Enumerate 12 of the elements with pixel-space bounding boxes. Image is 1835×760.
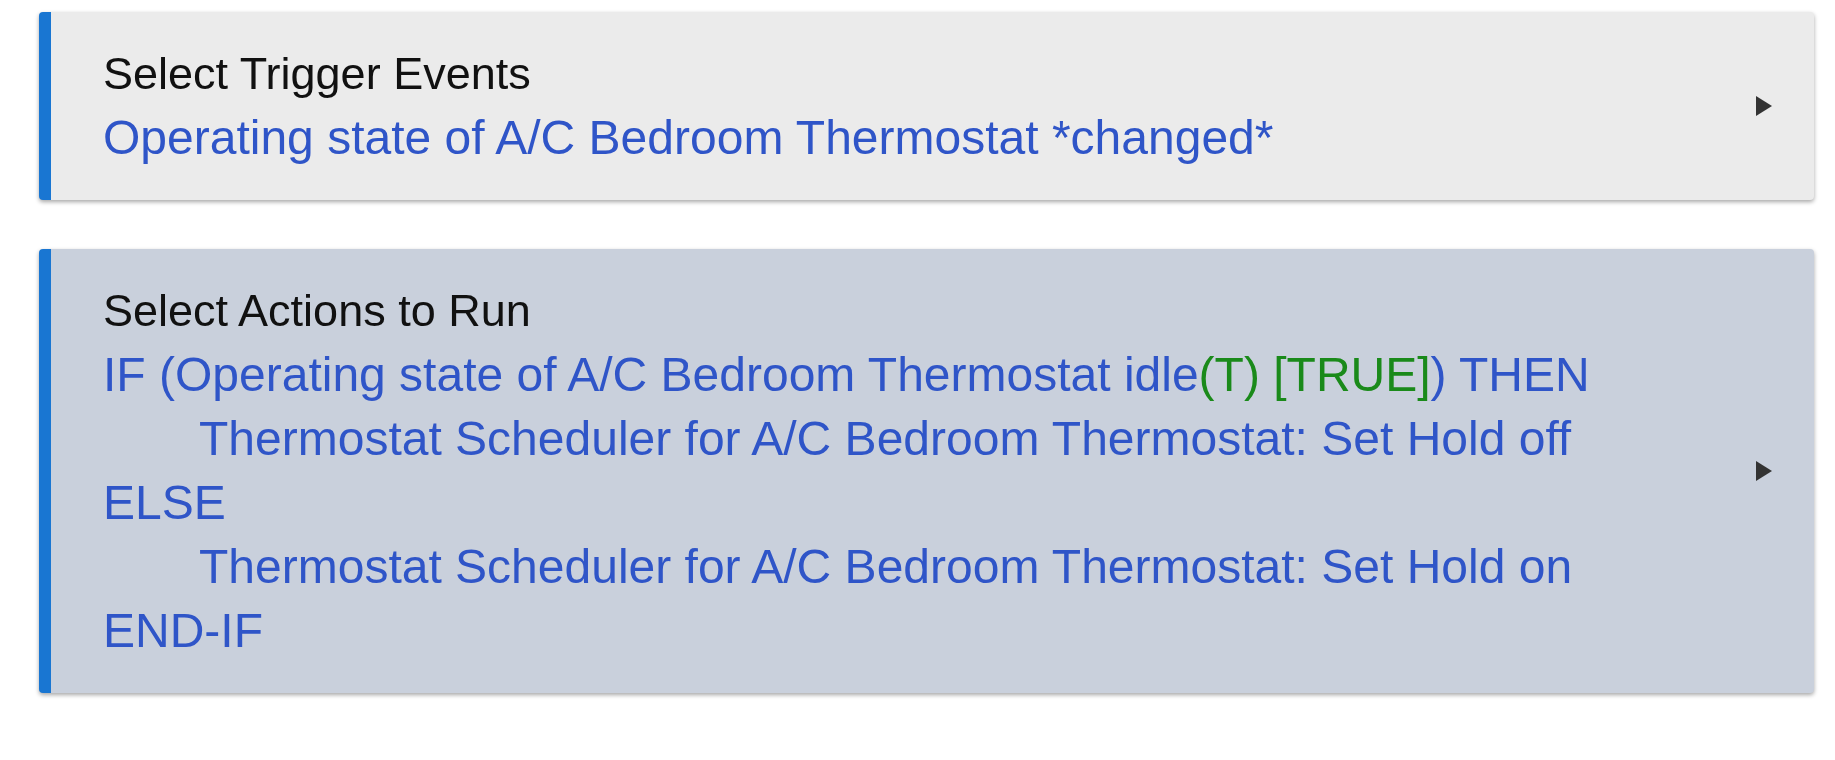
action-text: IF (Operating state of A/C Bedroom Thermostat idle(T) [TRUE]) THEN <box>103 347 1591 403</box>
action-text: END-IF <box>103 603 264 659</box>
section-card[interactable] <box>39 249 1814 693</box>
action-text: ELSE <box>103 475 227 531</box>
action-text: Operating state of A/C Bedroom Thermostat *changed* <box>103 110 1275 166</box>
action-text: Thermostat Scheduler for A/C Bedroom Thermostat: Set Hold on <box>199 539 1574 595</box>
action-text: Thermostat Scheduler for A/C Bedroom Thermostat: Set Hold off <box>199 411 1573 467</box>
section-title: Select Actions to Run <box>103 284 532 338</box>
section-title: Select Trigger Events <box>103 47 532 101</box>
caret-icon[interactable] <box>1754 459 1774 483</box>
caret-icon[interactable] <box>1754 94 1774 118</box>
section-card[interactable]: Select Trigger Events Operating state of A/C Bedroom Thermostat *changed* <box>39 12 1814 200</box>
